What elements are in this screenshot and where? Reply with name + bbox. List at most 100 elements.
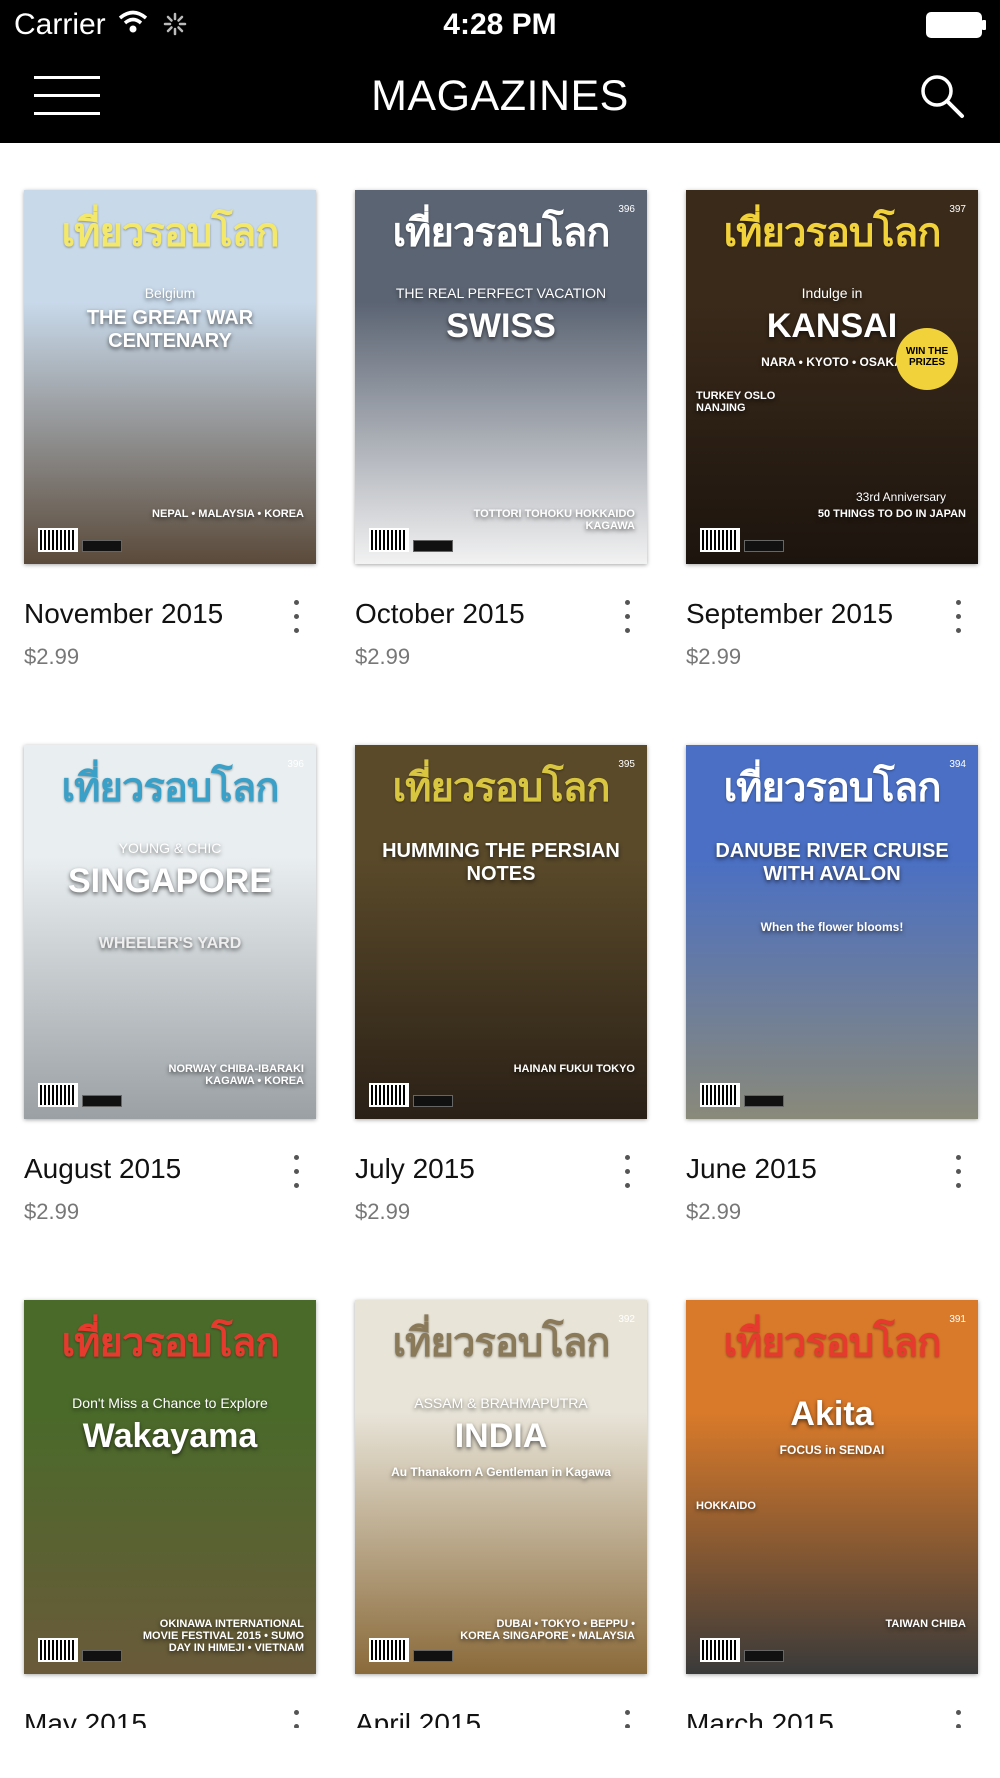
cover-headline: DANUBE RIVER CRUISE WITH AVALON (715, 840, 949, 885)
status-bar: Carrier 4:28 PM (0, 0, 1000, 50)
cover-store-badge (413, 1650, 453, 1662)
magazine-cover[interactable]: เที่ยวรอบโลก 395 HUMMING THE PERSIAN NOTES… (355, 745, 647, 1119)
more-options-icon[interactable] (948, 1708, 968, 1728)
cover-barcode (700, 1638, 740, 1662)
magazine-price: $2.99 (355, 644, 411, 669)
cover-barcode (38, 528, 78, 552)
cover-barcode (700, 1083, 740, 1107)
cover-masthead: เที่ยวรอบโลก (392, 1319, 610, 1366)
magazine-title: April 2015 (355, 1708, 482, 1728)
cover-store-badge (744, 1095, 784, 1107)
magazine-cover[interactable]: เที่ยวรอบโลก 394 DANUBE RIVER CRUISE WITH … (686, 745, 978, 1119)
cover-barcode (700, 528, 740, 552)
magazine-title: September 2015 (686, 598, 894, 629)
cover-anniversary: 33rd Anniversary (855, 490, 947, 504)
cover-masthead: เที่ยวรอบโลก (392, 764, 610, 811)
magazine-cover[interactable]: เที่ยวรอบโลก 397 Indulge in KANSAI NARA • KY… (686, 190, 978, 564)
clock: 4:28 PM (443, 8, 557, 41)
cover-headline: INDIA (454, 1417, 548, 1455)
magazine-title: October 2015 (355, 598, 525, 629)
cover-footer: 50 THINGS TO DO IN JAPAN (817, 508, 966, 520)
cover-headline: THE GREAT WAR CENTENARY (86, 307, 254, 352)
cover-masthead: เที่ยวรอบโลก (61, 209, 279, 256)
cover-subline: FOCUS in SENDAI (779, 1443, 885, 1457)
cover-masthead: เที่ยวรอบโลก (392, 209, 610, 256)
cover-kicker: Indulge in (801, 285, 863, 301)
more-options-icon[interactable] (286, 1708, 306, 1728)
magazine-title: November 2015 (24, 598, 224, 629)
cover-store-badge (82, 1095, 122, 1107)
magazine-cover[interactable]: เที่ยวรอบโลก Belgium THE GREAT WAR CENTENA… (24, 190, 316, 564)
magazine-price: $2.99 (24, 644, 80, 669)
cover-footer: HAINAN FUKUI TOKYO (513, 1063, 635, 1075)
cover-footer: NORWAY CHIBA-IBARAKI KAGAWA • KOREA (168, 1063, 304, 1087)
more-options-icon[interactable] (617, 598, 637, 638)
magazine-card[interactable]: เที่ยวรอบโลก 391 Akita FOCUS in SENDAI HOKKA… (686, 1300, 978, 1728)
nav-bar: MAGAZINES (0, 50, 1000, 143)
cover-badge: WIN THE PRIZES (896, 328, 958, 390)
more-options-icon[interactable] (617, 1708, 637, 1728)
cover-issue-number: 397 (949, 204, 966, 215)
cover-store-badge (82, 1650, 122, 1662)
cover-issue-number: 392 (618, 1314, 635, 1325)
cover-footer: NEPAL • MALAYSIA • KOREA (152, 508, 304, 520)
cover-barcode (369, 1638, 409, 1662)
cover-headline: SINGAPORE (67, 862, 273, 900)
cover-subline: When the flower blooms! (760, 920, 904, 934)
cover-headline: Akita (790, 1395, 874, 1433)
magazine-card[interactable]: เที่ยวรอบโลก 396 THE REAL PERFECT VACATION… (355, 190, 647, 710)
cover-headline: SWISS (446, 307, 556, 345)
magazine-cover[interactable]: เที่ยวรอบโลก 391 Akita FOCUS in SENDAI HOKKA… (686, 1300, 978, 1674)
magazine-cover[interactable]: เที่ยวรอบโลก 396 YOUNG & CHIC SINGAPORE WHEE… (24, 745, 316, 1119)
magazine-price: $2.99 (686, 1199, 742, 1224)
cover-issue-number: 396 (618, 204, 635, 215)
magazine-cover[interactable]: เที่ยวรอบโลก 396 THE REAL PERFECT VACATION… (355, 190, 647, 564)
magazine-price: $2.99 (686, 644, 742, 669)
cover-issue-number: 396 (287, 759, 304, 770)
magazine-grid[interactable]: เที่ยวรอบโลก Belgium THE GREAT WAR CENTENA… (0, 143, 1000, 1728)
magazine-card[interactable]: เที่ยวรอบโลก 397 Indulge in KANSAI NARA • KY… (686, 190, 978, 710)
magazine-card[interactable]: เที่ยวรอบโลก 395 HUMMING THE PERSIAN NOTES… (355, 745, 647, 1265)
cover-kicker: Belgium (144, 285, 196, 301)
more-options-icon[interactable] (617, 1153, 637, 1193)
magazine-card[interactable]: เที่ยวรอบโลก 394 DANUBE RIVER CRUISE WITH … (686, 745, 978, 1265)
cover-barcode (38, 1638, 78, 1662)
magazine-card[interactable]: เที่ยวรอบโลก Belgium THE GREAT WAR CENTENA… (24, 190, 316, 710)
cover-masthead: เที่ยวรอบโลก (723, 764, 941, 811)
more-options-icon[interactable] (286, 1153, 306, 1193)
magazine-title: July 2015 (355, 1153, 475, 1184)
magazine-title: August 2015 (24, 1153, 182, 1184)
cover-masthead: เที่ยวรอบโลก (723, 209, 941, 256)
more-options-icon[interactable] (948, 1153, 968, 1193)
search-icon[interactable] (918, 72, 966, 125)
cover-store-badge (413, 1095, 453, 1107)
cover-kicker: Don't Miss a Chance to Explore (72, 1395, 268, 1411)
cover-kicker: YOUNG & CHIC (118, 840, 222, 856)
magazine-price: $2.99 (355, 1199, 411, 1224)
cover-store-badge (82, 540, 122, 552)
magazine-card[interactable]: เที่ยวรอบโลก 392 ASSAM & BRAHMAPUTRA INDIA A… (355, 1300, 647, 1728)
more-options-icon[interactable] (948, 598, 968, 638)
cover-masthead: เที่ยวรอบโลก (61, 764, 279, 811)
cover-footer: TAIWAN CHIBA (885, 1618, 966, 1630)
cover-barcode (369, 528, 409, 552)
cover-footer: OKINAWA INTERNATIONAL MOVIE FESTIVAL 201… (142, 1618, 304, 1654)
cover-barcode (369, 1083, 409, 1107)
cover-subline: Au Thanakorn A Gentleman in Kagawa (391, 1465, 611, 1479)
more-options-icon[interactable] (286, 598, 306, 638)
cover-kicker: THE REAL PERFECT VACATION (395, 285, 607, 301)
cover-barcode (38, 1083, 78, 1107)
magazine-card[interactable]: เที่ยวรอบโลก 396 YOUNG & CHIC SINGAPORE WHEE… (24, 745, 316, 1265)
cover-store-badge (744, 1650, 784, 1662)
cover-headline: Wakayama (82, 1417, 258, 1455)
menu-icon[interactable] (34, 74, 100, 120)
cover-store-badge (413, 540, 453, 552)
magazine-cover[interactable]: เที่ยวรอบโลก 392 ASSAM & BRAHMAPUTRA INDIA A… (355, 1300, 647, 1674)
magazine-card[interactable]: เที่ยวรอบโลก Don't Miss a Chance to Explo… (24, 1300, 316, 1728)
cover-side-text: TURKEY OSLO NANJING (696, 390, 776, 414)
magazine-title: June 2015 (686, 1153, 817, 1184)
battery-icon (926, 12, 988, 43)
magazine-cover[interactable]: เที่ยวรอบโลก Don't Miss a Chance to Explo… (24, 1300, 316, 1674)
magazine-title: March 2015 (686, 1708, 834, 1728)
cover-masthead: เที่ยวรอบโลก (61, 1319, 279, 1366)
